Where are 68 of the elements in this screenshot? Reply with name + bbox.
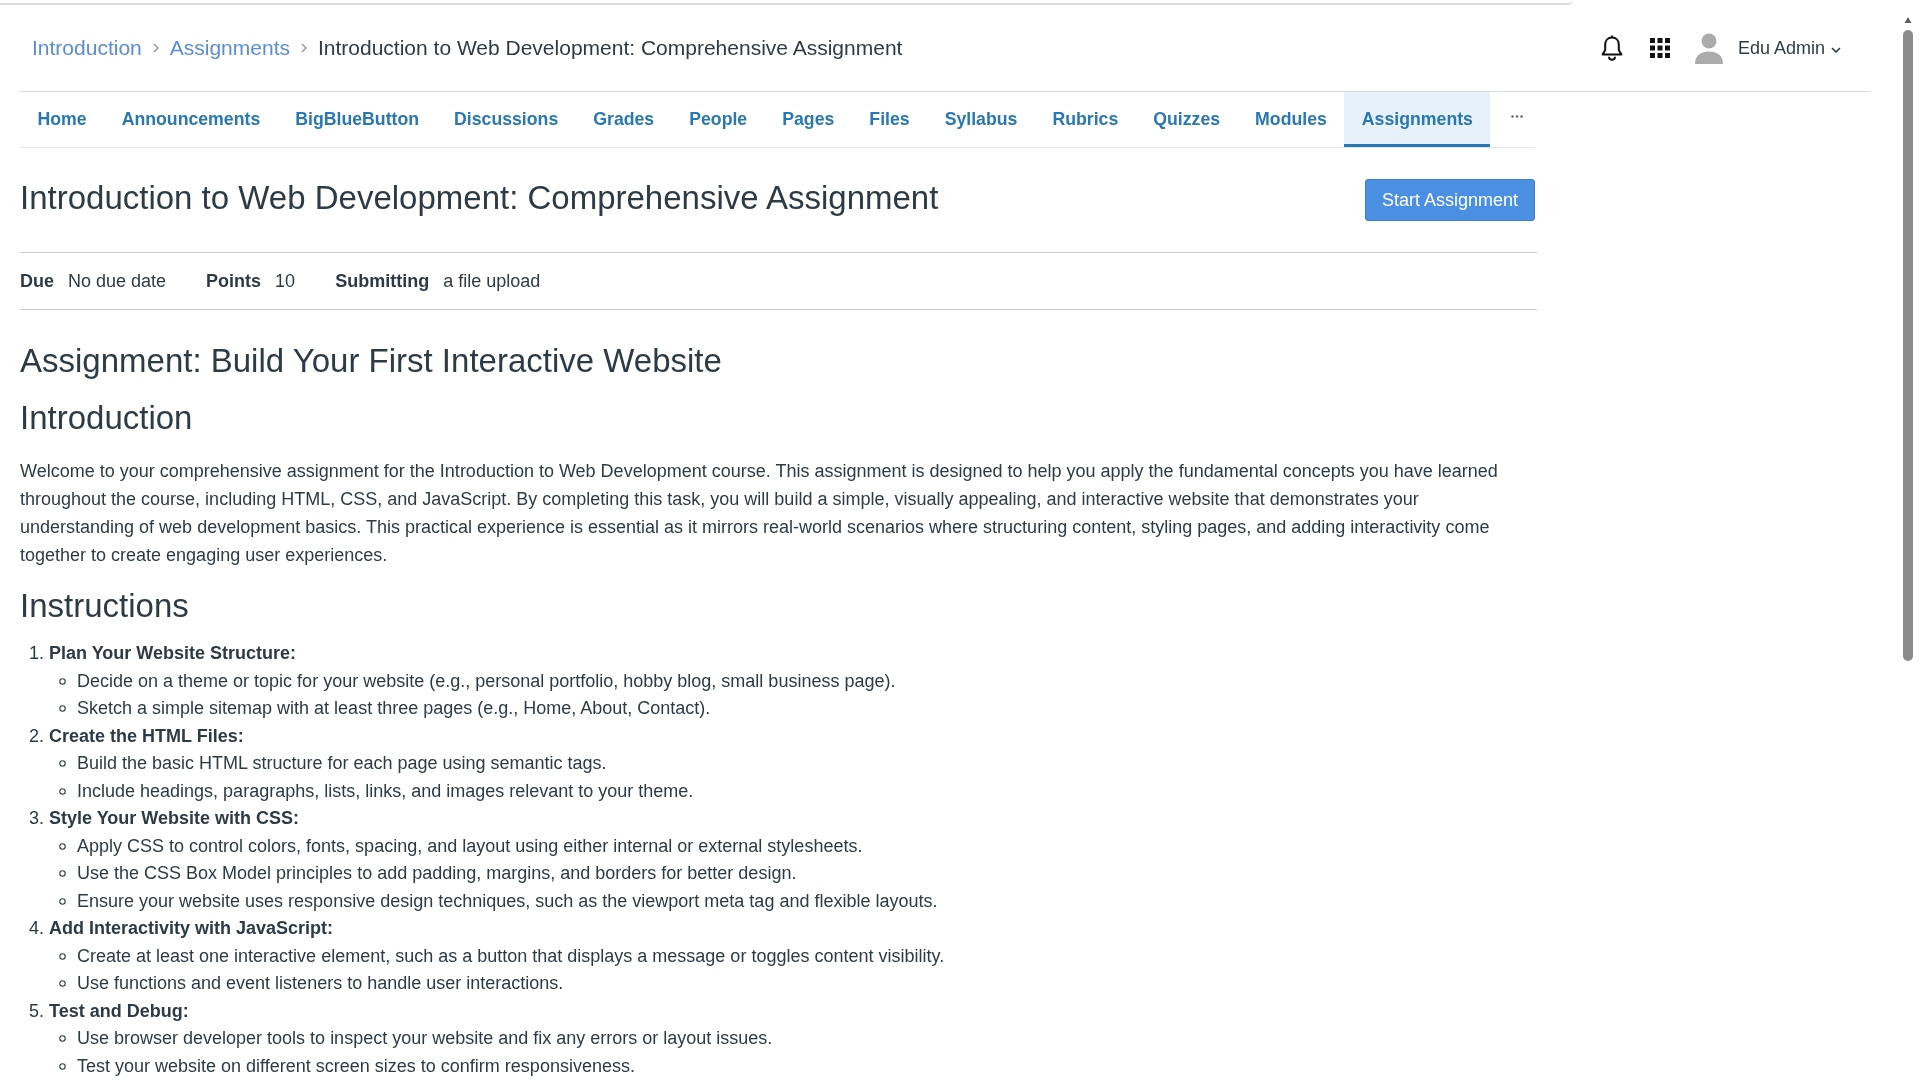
- detail-value: a file upload: [443, 270, 541, 292]
- nav-tab[interactable]: Syllabus: [927, 92, 1035, 147]
- paragraph: Welcome to your comprehensive assignment for the Introduction to Web Development course. This assignment is designed to help you apply the fundamental concepts you have learned throughout the course, including HTML, CSS, and JavaScript. By completing this task, you will build a simple, visually appealing, and interactive website that demonstrates your understanding of web development basics. This practical experience is essential as it mirrors real-world scenarios where structuring content, styling pages, and adding interactivity come together to create engaging user experiences.: [20, 460, 1499, 567]
- breadcrumb-current: Introduction to Web Development: Comprehensive Assignment: [317, 36, 903, 60]
- nav-tab[interactable]: Home: [20, 92, 105, 147]
- step-number: 1.: [29, 643, 45, 665]
- bullet-icon: [59, 897, 66, 905]
- bell-icon[interactable]: [1599, 35, 1624, 61]
- step-title: Plan Your Website Structure:: [49, 643, 297, 665]
- step-number: 2.: [29, 725, 45, 747]
- bullet-icon: [59, 952, 66, 960]
- detail-label: Submitting: [335, 270, 430, 292]
- list-item-text: Ensure your website uses responsive design techniques, such as the viewport meta tag and flexible layouts.: [77, 890, 938, 912]
- list-item-text: Use functions and event listeners to handle user interactions.: [77, 973, 564, 995]
- nav-tab[interactable]: Files: [851, 92, 928, 147]
- section-heading: Assignment: Build Your First Interactive Website: [20, 341, 723, 381]
- grid-icon[interactable]: [1649, 38, 1670, 58]
- nav-tab[interactable]: Quizzes: [1135, 92, 1238, 147]
- step-number: 4.: [29, 918, 45, 940]
- detail-label: Points: [206, 270, 262, 292]
- nav-tab[interactable]: People: [671, 92, 765, 147]
- nav-tab[interactable]: Modules: [1237, 92, 1345, 147]
- bullet-icon: [59, 842, 66, 850]
- list-item-text: Create at least one interactive element, such as a button that displays a message or toggles content visibility.: [77, 945, 945, 967]
- bullet-icon: [59, 1035, 66, 1043]
- detail-label: Due: [20, 270, 54, 292]
- caret-icon: [1831, 47, 1841, 53]
- bullet-icon: [59, 870, 66, 878]
- nav-tab[interactable]: BigBlueButton: [277, 92, 437, 147]
- bullet-icon: [59, 705, 66, 713]
- detail-value: 10: [275, 270, 296, 292]
- step-title: Add Interactivity with JavaScript:: [49, 918, 334, 940]
- start-assignment-button[interactable]: Start Assignment: [1364, 179, 1535, 221]
- step-number: 5.: [29, 1000, 45, 1022]
- detail-value: No due date: [68, 270, 167, 292]
- nav-tab[interactable]: Pages: [764, 92, 852, 147]
- user-menu-button[interactable]: Edu Admin: [1737, 37, 1841, 59]
- list-item-text: Decide on a theme or topic for your website (e.g., personal portfolio, hobby blog, small business page).: [77, 670, 896, 692]
- step-title: Create the HTML Files:: [49, 725, 244, 747]
- bullet-icon: [59, 1062, 66, 1070]
- section-heading: Introduction: [20, 398, 194, 438]
- step-number: 3.: [29, 808, 45, 830]
- breadcrumb-link[interactable]: Introduction: [32, 36, 142, 60]
- chevron-right-icon: [300, 43, 307, 53]
- list-item-text: Test your website on different screen sizes to confirm responsiveness.: [77, 1055, 635, 1077]
- list-item-text: Sketch a simple sitemap with at least three pages (e.g., Home, About, Contact).: [77, 698, 711, 720]
- nav-tab[interactable]: Rubrics: [1034, 92, 1136, 147]
- list-item-text: Build the basic HTML structure for each page using semantic tags.: [77, 753, 607, 775]
- list-item-text: Include headings, paragraphs, lists, links, and images relevant to your theme.: [77, 780, 694, 802]
- nav-tab[interactable]: Assignments: [1344, 92, 1491, 147]
- list-item-text: Apply CSS to control colors, fonts, spacing, and layout using either internal or external stylesheets.: [77, 835, 863, 857]
- bullet-icon: [59, 787, 66, 795]
- nav-tab[interactable]: Announcements: [104, 92, 278, 147]
- list-item-text: Use browser developer tools to inspect your website and fix any errors or layout issues.: [77, 1028, 773, 1050]
- bullet-icon: [59, 677, 66, 685]
- bullet-icon: [59, 980, 66, 988]
- chevron-right-icon: [152, 43, 159, 53]
- assignment-title: Introduction to Web Development: Comprehensive Assignment: [20, 177, 939, 218]
- nav-tab[interactable]: Discussions: [436, 92, 576, 147]
- nav-tab[interactable]: Grades: [575, 92, 672, 147]
- step-title: Test and Debug:: [49, 1000, 189, 1022]
- avatar-icon[interactable]: [1694, 32, 1723, 64]
- bullet-icon: [59, 760, 66, 768]
- ellipsis-icon: [1511, 115, 1524, 118]
- step-title: Style Your Website with CSS:: [49, 808, 300, 830]
- list-item-text: Use the CSS Box Model principles to add padding, margins, and borders for better design.: [77, 863, 797, 885]
- breadcrumb-link[interactable]: Assignments: [169, 36, 290, 60]
- section-heading: Instructions: [20, 586, 190, 626]
